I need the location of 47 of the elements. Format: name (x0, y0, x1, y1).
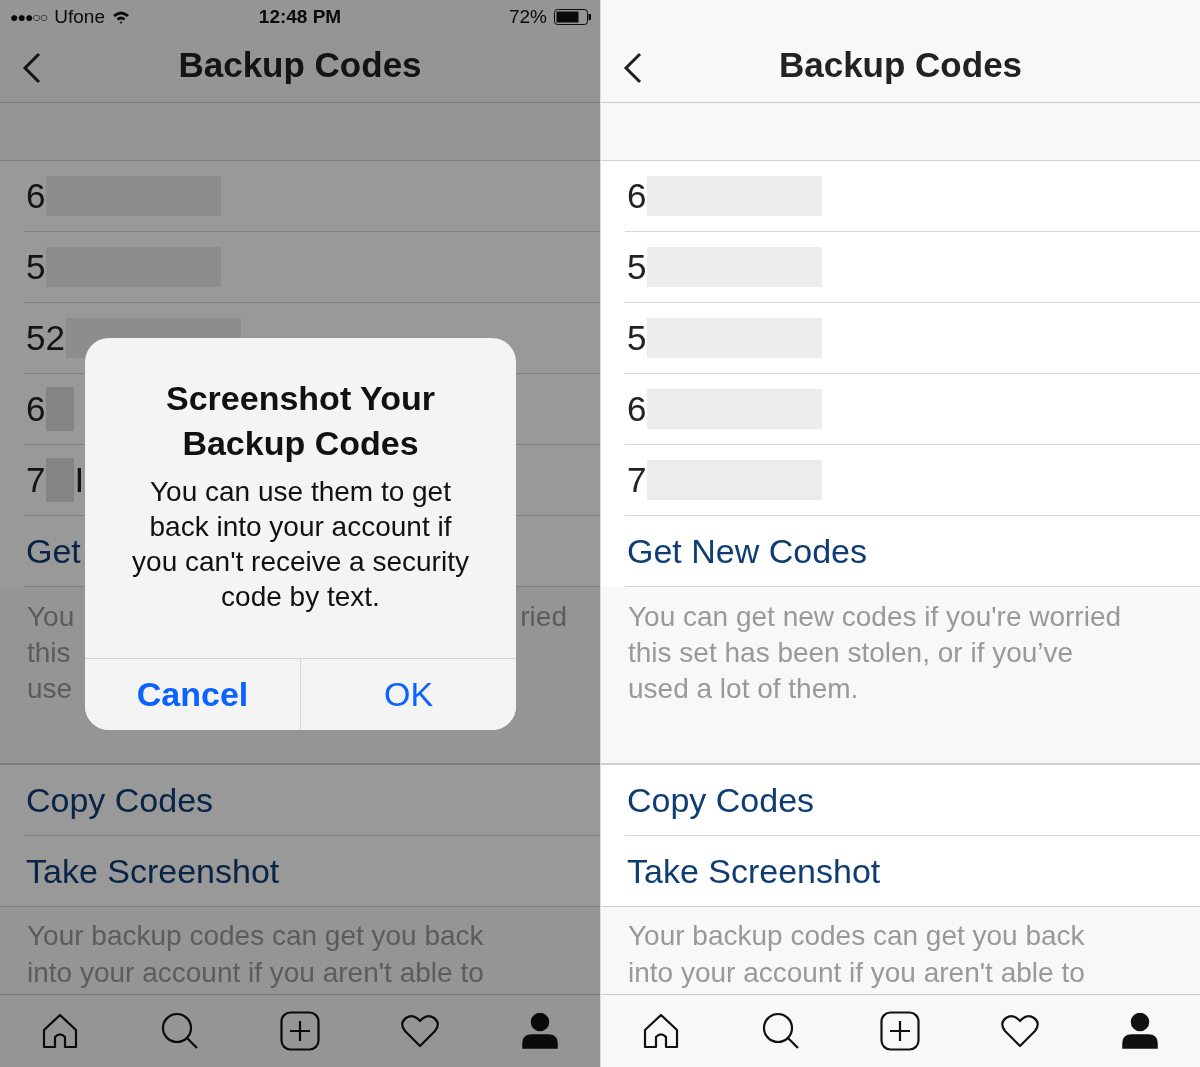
heart-icon[interactable] (1001, 1014, 1040, 1048)
screen-title: Backup Codes (778, 45, 1023, 85)
alert-message: You can use them to get back into your account if you can't receive a security code by text. (131, 475, 470, 614)
get-new-codes-link[interactable]: Get (26, 531, 81, 571)
copy-codes-link[interactable]: Copy Codes (627, 780, 815, 820)
info-text: this (27, 636, 71, 670)
screen-title: Backup Codes (178, 45, 422, 85)
backup-code: 5 (627, 318, 647, 358)
battery-percent: 72% (508, 6, 547, 28)
take-screenshot-link[interactable]: Take Screenshot (26, 851, 280, 891)
info-text: You (27, 600, 75, 634)
backup-code: 6 (627, 389, 647, 429)
backup-code: 7 (627, 460, 647, 500)
backup-code: 7 (26, 460, 46, 500)
backup-code: 5 (26, 247, 46, 287)
add-icon[interactable] (880, 1011, 921, 1051)
wifi-icon (112, 10, 130, 24)
signal-strength: ●●●○○ (10, 9, 48, 25)
info-text: use (27, 672, 73, 706)
backup-code: 6 (627, 176, 647, 216)
battery-icon (554, 9, 592, 25)
back-icon[interactable] (22, 52, 42, 84)
info-text: ried (520, 600, 567, 634)
carrier-name: Ufone (54, 6, 105, 28)
back-icon[interactable] (623, 52, 643, 84)
take-screenshot-link[interactable]: Take Screenshot (627, 851, 881, 891)
home-icon[interactable] (41, 1013, 79, 1049)
add-icon[interactable] (280, 1011, 320, 1051)
backup-code: I (74, 460, 85, 500)
profile-icon[interactable] (1122, 1013, 1159, 1049)
backup-code: 6 (26, 176, 46, 216)
info-text: You can get new codes if you're worried this set has been stolen, or if you’ve used a lot of them. (628, 600, 1123, 706)
alert-title: Screenshot Your Backup Codes (165, 378, 436, 464)
get-new-codes-link[interactable]: Get New Codes (627, 531, 867, 571)
backup-code: 6 (26, 389, 46, 429)
search-icon[interactable] (761, 1012, 800, 1050)
ok-button[interactable]: OK (300, 659, 516, 730)
footer-text: Your backup codes can get you back into your account if you aren't able to (27, 919, 485, 990)
heart-icon[interactable] (401, 1014, 439, 1048)
footer-text: Your backup codes can get you back into your account if you aren't able to (628, 919, 1086, 990)
home-icon[interactable] (641, 1013, 680, 1049)
copy-codes-link[interactable]: Copy Codes (26, 780, 214, 820)
backup-code: 52 (26, 318, 65, 358)
backup-code: 5 (627, 247, 647, 287)
status-time: 12:48 PM (258, 6, 342, 28)
profile-icon[interactable] (522, 1013, 558, 1049)
search-icon[interactable] (161, 1012, 199, 1050)
